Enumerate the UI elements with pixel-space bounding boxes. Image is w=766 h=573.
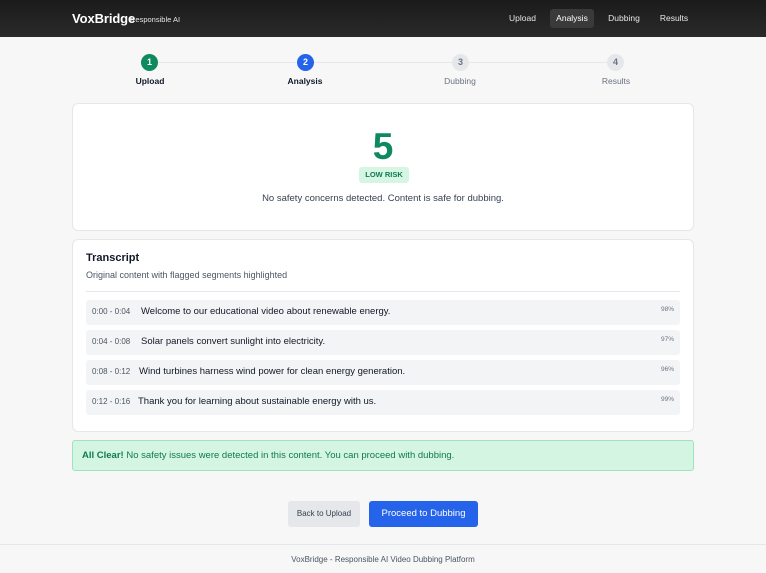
segment-confidence: 97% — [660, 336, 674, 343]
risk-level-badge: LOW RISK — [359, 167, 409, 183]
step-connector — [314, 62, 452, 63]
brand-tagline: Responsible AI — [130, 15, 181, 24]
brand-logo[interactable]: VoxBridge — [72, 11, 135, 26]
proceed-to-dubbing-button[interactable]: Proceed to Dubbing — [369, 501, 478, 527]
safety-summary-text: No safety concerns detected. Content is … — [262, 193, 504, 204]
nav-results[interactable]: Results — [654, 9, 694, 28]
step-3-label: Dubbing — [444, 76, 476, 86]
transcript-segment[interactable]: 0:12 - 0:16 Thank you for learning about… — [86, 390, 680, 415]
step-1-indicator: 1 — [141, 54, 158, 71]
segment-timestamp: 0:00 - 0:04 — [92, 307, 131, 316]
transcript-segment[interactable]: 0:04 - 0:08 Solar panels convert sunligh… — [86, 330, 680, 355]
segment-text: Solar panels convert sunlight into elect… — [141, 336, 326, 347]
step-2-label: Analysis — [287, 76, 323, 86]
transcript-subtitle: Original content with flagged segments h… — [86, 270, 288, 280]
step-4-label: Results — [601, 76, 631, 86]
segment-timestamp: 0:12 - 0:16 — [92, 397, 131, 406]
segment-timestamp: 0:08 - 0:12 — [92, 367, 131, 376]
alert-message: No safety issues were detected in this c… — [126, 450, 455, 461]
segment-timestamp: 0:04 - 0:08 — [92, 337, 131, 346]
alert-heading: All Clear! — [82, 450, 124, 461]
safety-score-value: 5 — [372, 126, 394, 167]
transcript-segment[interactable]: 0:08 - 0:12 Wind turbines harness wind p… — [86, 360, 680, 385]
top-navigation-bar: VoxBridge Responsible AI Upload Analysis… — [0, 0, 766, 37]
transcript-segment[interactable]: 0:00 - 0:04 Welcome to our educational v… — [86, 300, 680, 325]
step-connector — [469, 62, 607, 63]
segment-text: Thank you for learning about sustainable… — [138, 396, 377, 407]
nav-upload[interactable]: Upload — [503, 9, 542, 28]
footer-text: VoxBridge - Responsible AI Video Dubbing… — [291, 555, 475, 564]
segment-confidence: 96% — [660, 366, 674, 373]
transcript-divider — [86, 291, 680, 292]
segment-confidence: 99% — [660, 396, 674, 403]
transcript-title: Transcript — [86, 252, 140, 264]
nav-dubbing[interactable]: Dubbing — [602, 9, 646, 28]
step-connector — [158, 62, 296, 63]
step-2-indicator: 2 — [297, 54, 314, 71]
transcript-card: Transcript Original content with flagged… — [72, 239, 694, 432]
back-to-upload-button[interactable]: Back to Upload — [288, 501, 360, 527]
segment-confidence: 98% — [660, 306, 674, 313]
safety-score-card: 5 LOW RISK No safety concerns detected. … — [72, 103, 694, 231]
step-4-indicator: 4 — [607, 54, 624, 71]
step-1-label: Upload — [135, 76, 165, 86]
nav-analysis[interactable]: Analysis — [550, 9, 594, 28]
all-clear-alert: All Clear! No safety issues were detecte… — [72, 440, 694, 471]
footer-divider — [0, 544, 766, 545]
step-3-indicator: 3 — [452, 54, 469, 71]
segment-text: Welcome to our educational video about r… — [141, 306, 391, 317]
segment-text: Wind turbines harness wind power for cle… — [139, 366, 406, 377]
